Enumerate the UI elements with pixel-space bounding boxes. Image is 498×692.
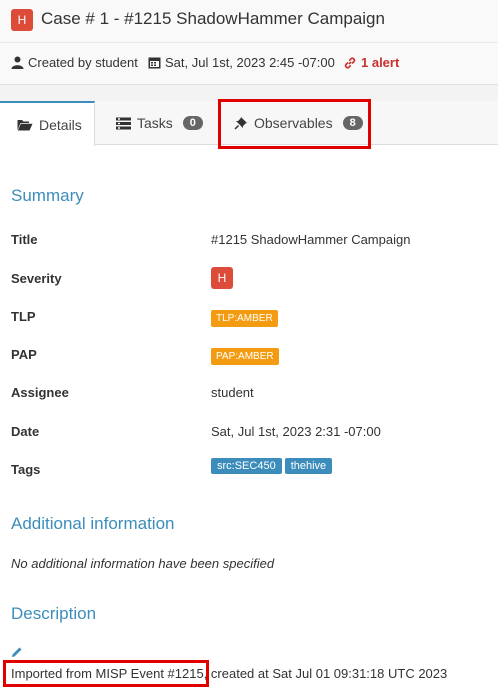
link-icon [344, 57, 356, 68]
title-value: #1215 ShadowHammer Campaign [211, 232, 411, 247]
alert-link[interactable]: 1 alert [343, 55, 399, 70]
pap-badge: PAP:AMBER [211, 348, 279, 365]
created-by-text: Created by student [28, 55, 138, 70]
date-value: Sat, Jul 1st, 2023 2:31 -07:00 [211, 424, 381, 439]
user-icon [11, 56, 24, 69]
tab-tasks-label: Tasks [137, 115, 173, 131]
date-label: Date [11, 424, 40, 439]
assignee-value: student [211, 385, 254, 400]
severity-value-badge: H [211, 267, 233, 289]
severity-label: Severity [11, 271, 62, 286]
folder-open-icon [17, 120, 33, 131]
assignee-label: Assignee [11, 385, 69, 400]
tags-label: Tags [11, 462, 41, 477]
tab-details-label: Details [39, 116, 82, 133]
created-date: Sat, Jul 1st, 2023 2:45 -07:00 [148, 55, 335, 70]
tasks-icon [116, 117, 131, 129]
case-header: H Case # 1 - #1215 ShadowHammer Campaign [0, 0, 498, 42]
pap-label: PAP [11, 347, 37, 362]
tlp-label: TLP [11, 309, 36, 324]
summary-heading: Summary [11, 186, 84, 205]
alert-link-text[interactable]: 1 alert [361, 55, 399, 70]
tasks-count-badge: 0 [182, 116, 203, 130]
additional-info-heading: Additional information [11, 514, 175, 533]
description-heading: Description [11, 604, 97, 623]
tab-details[interactable]: Details [0, 101, 95, 146]
tag-chip[interactable]: src:SEC450 [211, 458, 282, 474]
observables-highlight-box [218, 99, 371, 149]
tags-value: src:SEC450 thehive [211, 457, 335, 474]
created-by: Created by student [11, 55, 138, 70]
title-label: Title [11, 232, 38, 247]
created-date-text: Sat, Jul 1st, 2023 2:45 -07:00 [165, 55, 335, 70]
calendar-icon [148, 57, 161, 69]
additional-info-note: No additional information have been spec… [11, 556, 275, 571]
description-highlight-box [3, 660, 209, 687]
description-text-part2: , created at Sat Jul 01 09:31:18 UTC 202… [203, 666, 448, 681]
tab-tasks[interactable]: Tasks 0 [116, 101, 203, 145]
pap-value: PAP:AMBER [211, 347, 279, 365]
severity-value: H [211, 267, 233, 289]
case-meta-bar: Created by student Sat, Jul 1st, 2023 2:… [0, 42, 498, 85]
tag-chip[interactable]: thehive [284, 458, 333, 474]
severity-badge: H [11, 9, 33, 31]
tlp-value: TLP:AMBER [211, 309, 278, 327]
tlp-badge: TLP:AMBER [211, 310, 278, 327]
pencil-icon[interactable] [11, 646, 23, 658]
case-title: Case # 1 - #1215 ShadowHammer Campaign [41, 9, 385, 28]
